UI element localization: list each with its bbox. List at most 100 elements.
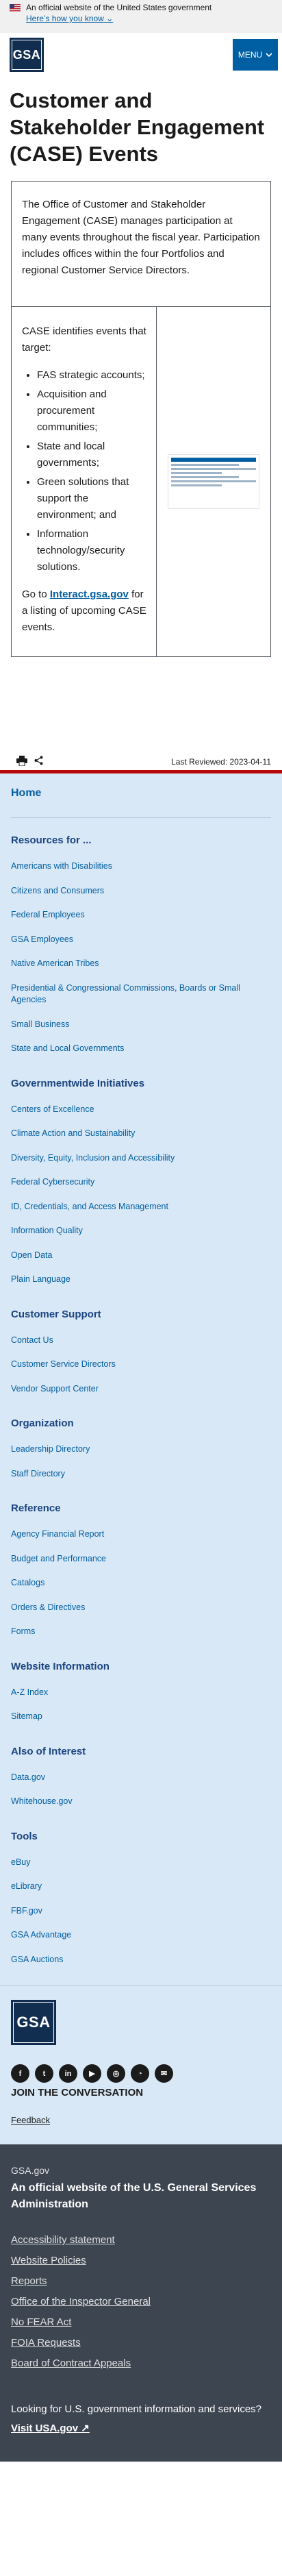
gov-banner: An official website of the United States… — [0, 0, 282, 33]
official-website-text: An official website of the U.S. General … — [11, 2182, 257, 2211]
footer-link[interactable]: Orders & Directives — [11, 1596, 271, 1620]
footer-link[interactable]: eLibrary — [11, 1874, 271, 1899]
gsa-footer-logo[interactable]: GSA — [11, 2000, 56, 2046]
footer-section-website-information: Website Information A-Z Index Sitemap — [11, 1644, 271, 1729]
footer-link[interactable]: Budget and Performance — [11, 1547, 271, 1572]
footer-link[interactable]: Vendor Support Center — [11, 1377, 271, 1402]
footer-section-customer-support: Customer Support Contact Us Customer Ser… — [11, 1292, 271, 1402]
footer-link[interactable]: Whitehouse.gov — [11, 1789, 271, 1814]
chevron-down-icon: ⌄ — [106, 14, 114, 23]
usa-gov-link[interactable]: Visit USA.gov ↗ — [11, 2422, 271, 2434]
footer-section-heading: Governmentwide Initiatives — [11, 1077, 145, 1089]
footer-required-link[interactable]: Website Policies — [11, 2251, 271, 2272]
footer-required-link[interactable]: Board of Contract Appeals — [11, 2354, 271, 2375]
footer-home-link[interactable]: Home — [11, 773, 271, 819]
footer-section-heading: Customer Support — [11, 1308, 101, 1320]
footer-link[interactable]: Information Quality — [11, 1219, 271, 1243]
footer-link[interactable]: Native American Tribes — [11, 952, 271, 976]
targets-intro: CASE identifies events that target: — [22, 325, 146, 354]
footer-link[interactable]: Federal Cybersecurity — [11, 1170, 271, 1195]
feedback-link[interactable]: Feedback — [11, 2115, 271, 2144]
site-header: GSA MENU — [0, 33, 282, 77]
join-conversation-heading: JOIN THE CONVERSATION — [11, 2087, 144, 2099]
interact-link[interactable]: Interact.gsa.gov — [50, 589, 129, 600]
list-item: Information technology/security solution… — [37, 526, 148, 575]
footer-link[interactable]: Agency Financial Report — [11, 1522, 271, 1547]
footer-link[interactable]: Forms — [11, 1620, 271, 1644]
print-icon[interactable] — [16, 755, 27, 768]
site-domain: GSA.gov — [11, 2165, 50, 2177]
footer-link[interactable]: Americans with Disabilities — [11, 854, 271, 879]
footer-link[interactable]: Federal Employees — [11, 903, 271, 928]
footer-required-link[interactable]: Reports — [11, 2272, 271, 2292]
footer-required-link[interactable]: FOIA Requests — [11, 2333, 271, 2354]
footer-section-resources: Resources for ... Americans with Disabil… — [11, 818, 271, 1061]
footer-link[interactable]: GSA Employees — [11, 928, 271, 952]
list-item: Acquisition and procurement communities; — [37, 386, 148, 436]
footer-section-tools: Tools eBuy eLibrary FBF.gov GSA Advantag… — [11, 1814, 271, 1972]
facebook-icon[interactable]: f — [11, 2064, 29, 2083]
usa-gov-question: Looking for U.S. government information … — [11, 2403, 262, 2416]
rss-icon[interactable]: ◔ — [131, 2064, 149, 2083]
list-item: FAS strategic accounts; — [37, 367, 148, 384]
footer-section-heading: Tools — [11, 1830, 38, 1842]
footer-link[interactable]: State and Local Governments — [11, 1037, 271, 1061]
footer-link[interactable]: Contact Us — [11, 1328, 271, 1353]
footer-link[interactable]: eBuy — [11, 1850, 271, 1875]
instagram-icon[interactable]: ◎ — [107, 2064, 125, 2083]
footer-link[interactable]: Open Data — [11, 1243, 271, 1268]
footer-link[interactable]: Climate Action and Sustainability — [11, 1122, 271, 1146]
footer-link[interactable]: Data.gov — [11, 1766, 271, 1790]
how-you-know-link[interactable]: Here’s how you know ⌄ — [26, 14, 113, 23]
interact-screenshot-image — [168, 454, 259, 510]
chevron-down-icon — [266, 50, 272, 60]
us-flag-icon — [10, 3, 21, 12]
footer-link[interactable]: ID, Credentials, and Access Management — [11, 1195, 271, 1219]
footer-link[interactable]: Sitemap — [11, 1705, 271, 1729]
footer-link[interactable]: FBF.gov — [11, 1899, 271, 1924]
menu-label: MENU — [238, 50, 263, 60]
footer-link[interactable]: Small Business — [11, 1013, 271, 1037]
footer-required-link[interactable]: No FEAR Act — [11, 2313, 271, 2333]
footer-link[interactable]: GSA Auctions — [11, 1948, 271, 1972]
required-links: Accessibility statement Website Policies… — [11, 2231, 271, 2375]
image-cell — [157, 307, 270, 656]
identifier-footer: GSA.gov An official website of the U.S. … — [0, 2144, 282, 2462]
footer-link[interactable]: GSA Advantage — [11, 1923, 271, 1948]
footer-required-link[interactable]: Accessibility statement — [11, 2231, 271, 2251]
footer-required-link[interactable]: Office of the Inspector General — [11, 2292, 271, 2313]
youtube-icon[interactable]: ▶ — [83, 2064, 101, 2083]
footer-section-reference: Reference Agency Financial Report Budget… — [11, 1486, 271, 1644]
social-icons: f t in ▶ ◎ ◔ ✉ — [11, 2064, 271, 2083]
footer-section-heading: Website Information — [11, 1660, 110, 1672]
email-icon[interactable]: ✉ — [155, 2064, 173, 2083]
share-icon[interactable] — [34, 756, 43, 767]
footer-link[interactable]: Catalogs — [11, 1571, 271, 1596]
content-table: The Office of Customer and Stakeholder E… — [11, 181, 271, 658]
twitter-icon[interactable]: t — [35, 2064, 53, 2083]
last-reviewed-bar: Last Reviewed: 2023-04-11 — [0, 753, 282, 774]
footer-section-heading: Reference — [11, 1502, 61, 1515]
goto-paragraph: Go to Interact.gsa.gov for a listing of … — [22, 589, 146, 634]
footer-link[interactable]: Plain Language — [11, 1267, 271, 1292]
footer-section-initiatives: Governmentwide Initiatives Centers of Ex… — [11, 1061, 271, 1292]
footer-section-also-of-interest: Also of Interest Data.gov Whitehouse.gov — [11, 1729, 271, 1814]
footer-link[interactable]: Citizens and Consumers — [11, 879, 271, 904]
targets-cell: CASE identifies events that target: FAS … — [12, 307, 157, 657]
footer-section-heading: Also of Interest — [11, 1745, 86, 1757]
footer-logo-band: GSA f t in ▶ ◎ ◔ ✉ JOIN THE CONVERSATION… — [0, 1985, 282, 2145]
footer-link[interactable]: Staff Directory — [11, 1462, 271, 1487]
footer-link[interactable]: Leadership Directory — [11, 1437, 271, 1462]
list-item: Green solutions that support the environ… — [37, 474, 148, 523]
page-title: Customer and Stakeholder Engagement (CAS… — [10, 88, 265, 166]
menu-button[interactable]: MENU — [233, 39, 278, 71]
footer-link[interactable]: A-Z Index — [11, 1681, 271, 1705]
footer-link[interactable]: Customer Service Directors — [11, 1352, 271, 1377]
last-reviewed-text: Last Reviewed: 2023-04-11 — [171, 756, 271, 767]
footer-link[interactable]: Centers of Excellence — [11, 1098, 271, 1122]
footer-section-heading: Organization — [11, 1417, 74, 1430]
gsa-logo[interactable]: GSA — [10, 38, 44, 72]
footer-link[interactable]: Presidential & Congressional Commissions… — [11, 976, 271, 1013]
footer-link[interactable]: Diversity, Equity, Inclusion and Accessi… — [11, 1146, 271, 1171]
linkedin-icon[interactable]: in — [59, 2064, 77, 2083]
